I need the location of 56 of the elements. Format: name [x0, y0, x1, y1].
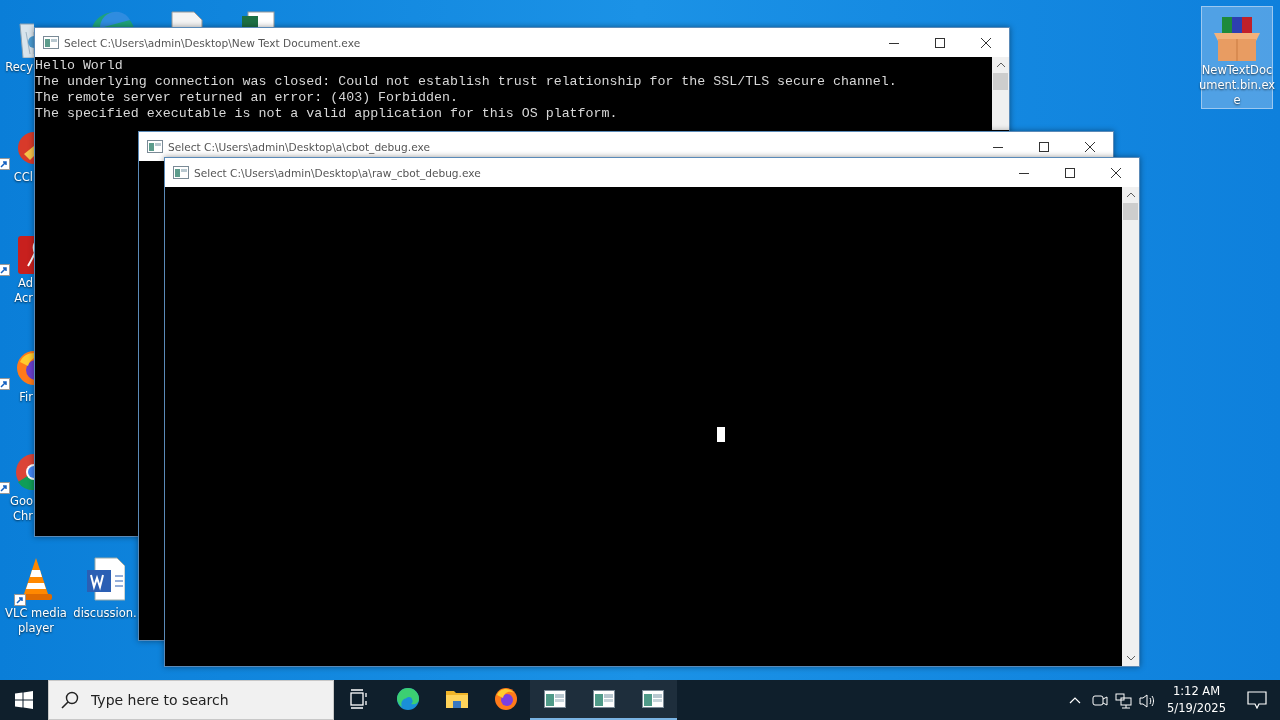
- icon-label: ument.bin.ex: [1198, 78, 1276, 93]
- maximize-icon: [1039, 141, 1049, 152]
- network-icon: [1114, 691, 1132, 709]
- desktop-icon[interactable]: NewTextDoc ument.bin.ex e: [1201, 6, 1273, 109]
- window-title: Select C:\Users\admin\Desktop\a\cbot_debug.exe: [168, 140, 431, 153]
- volume-icon: [1138, 691, 1156, 709]
- taskbar-app[interactable]: [628, 680, 677, 720]
- maximize-icon: [935, 37, 945, 48]
- icon-label: VLC media: [5, 606, 67, 621]
- close-icon: [981, 37, 991, 48]
- scroll-thumb[interactable]: [1123, 203, 1138, 220]
- console-line: The remote server returned an error: (403) Forbidden.: [35, 90, 459, 106]
- scroll-thumb[interactable]: [993, 73, 1008, 90]
- edge-icon: [395, 687, 420, 711]
- notification-icon: [1247, 691, 1267, 709]
- task-view-icon: [348, 689, 369, 709]
- scrollbar[interactable]: [992, 57, 1009, 130]
- window-title: Select C:\Users\admin\Desktop\New Text Document.exe: [64, 36, 362, 49]
- maximize-icon: [1065, 167, 1075, 178]
- clock[interactable]: 1:12 AM 5/19/2025: [1159, 680, 1234, 720]
- console-icon: [173, 165, 189, 180]
- icon-label: player: [17, 621, 55, 636]
- scrollbar[interactable]: [1122, 187, 1139, 666]
- icon-label: NewTextDoc: [1201, 63, 1273, 78]
- icon-label: e: [1233, 93, 1241, 108]
- desktop-icon[interactable]: discussion.: [72, 546, 138, 621]
- console-line: The specified executable is not a valid application for this OS platform.: [35, 106, 619, 122]
- console-icon: [147, 139, 163, 154]
- search-input[interactable]: Type here to search: [89, 691, 313, 709]
- icon-label: Recy: [4, 60, 33, 75]
- windows-logo-icon: [15, 691, 33, 709]
- desktop-icon[interactable]: VLC media player: [0, 546, 72, 636]
- word-document-icon: [85, 556, 125, 604]
- chevron-up-icon: [1069, 696, 1082, 704]
- icon-label: Chr: [11, 509, 33, 524]
- desktop-icon[interactable]: Ad Acr: [0, 216, 34, 306]
- icon-label: CCl: [12, 170, 33, 185]
- icon-label: Acr: [13, 291, 33, 306]
- window-title: Select C:\Users\admin\Desktop\a\raw_cbot_debug.exe: [194, 166, 482, 179]
- console-icon: [591, 687, 616, 711]
- console-icon: [43, 35, 59, 50]
- console-line: Hello World: [35, 58, 124, 74]
- close-icon: [1085, 141, 1095, 152]
- fox-globe-icon: [493, 687, 518, 711]
- taskbar-app[interactable]: [530, 680, 579, 720]
- console-icon: [542, 687, 567, 711]
- console-line: The underlying connection was closed: Could not establish trust relationship for the SSL/TLS secure channel.: [35, 74, 898, 90]
- search-icon: [61, 691, 79, 709]
- icon-label: Fir: [18, 390, 33, 405]
- icon-label: Goo: [9, 494, 33, 509]
- console-icon: [640, 687, 665, 711]
- spreadsheet-icon[interactable]: [240, 10, 276, 28]
- search-field[interactable]: Type here to search: [48, 680, 334, 720]
- icon-label: discussion.: [73, 606, 137, 621]
- icon-label: Ad: [17, 276, 33, 291]
- close-icon: [1111, 167, 1121, 178]
